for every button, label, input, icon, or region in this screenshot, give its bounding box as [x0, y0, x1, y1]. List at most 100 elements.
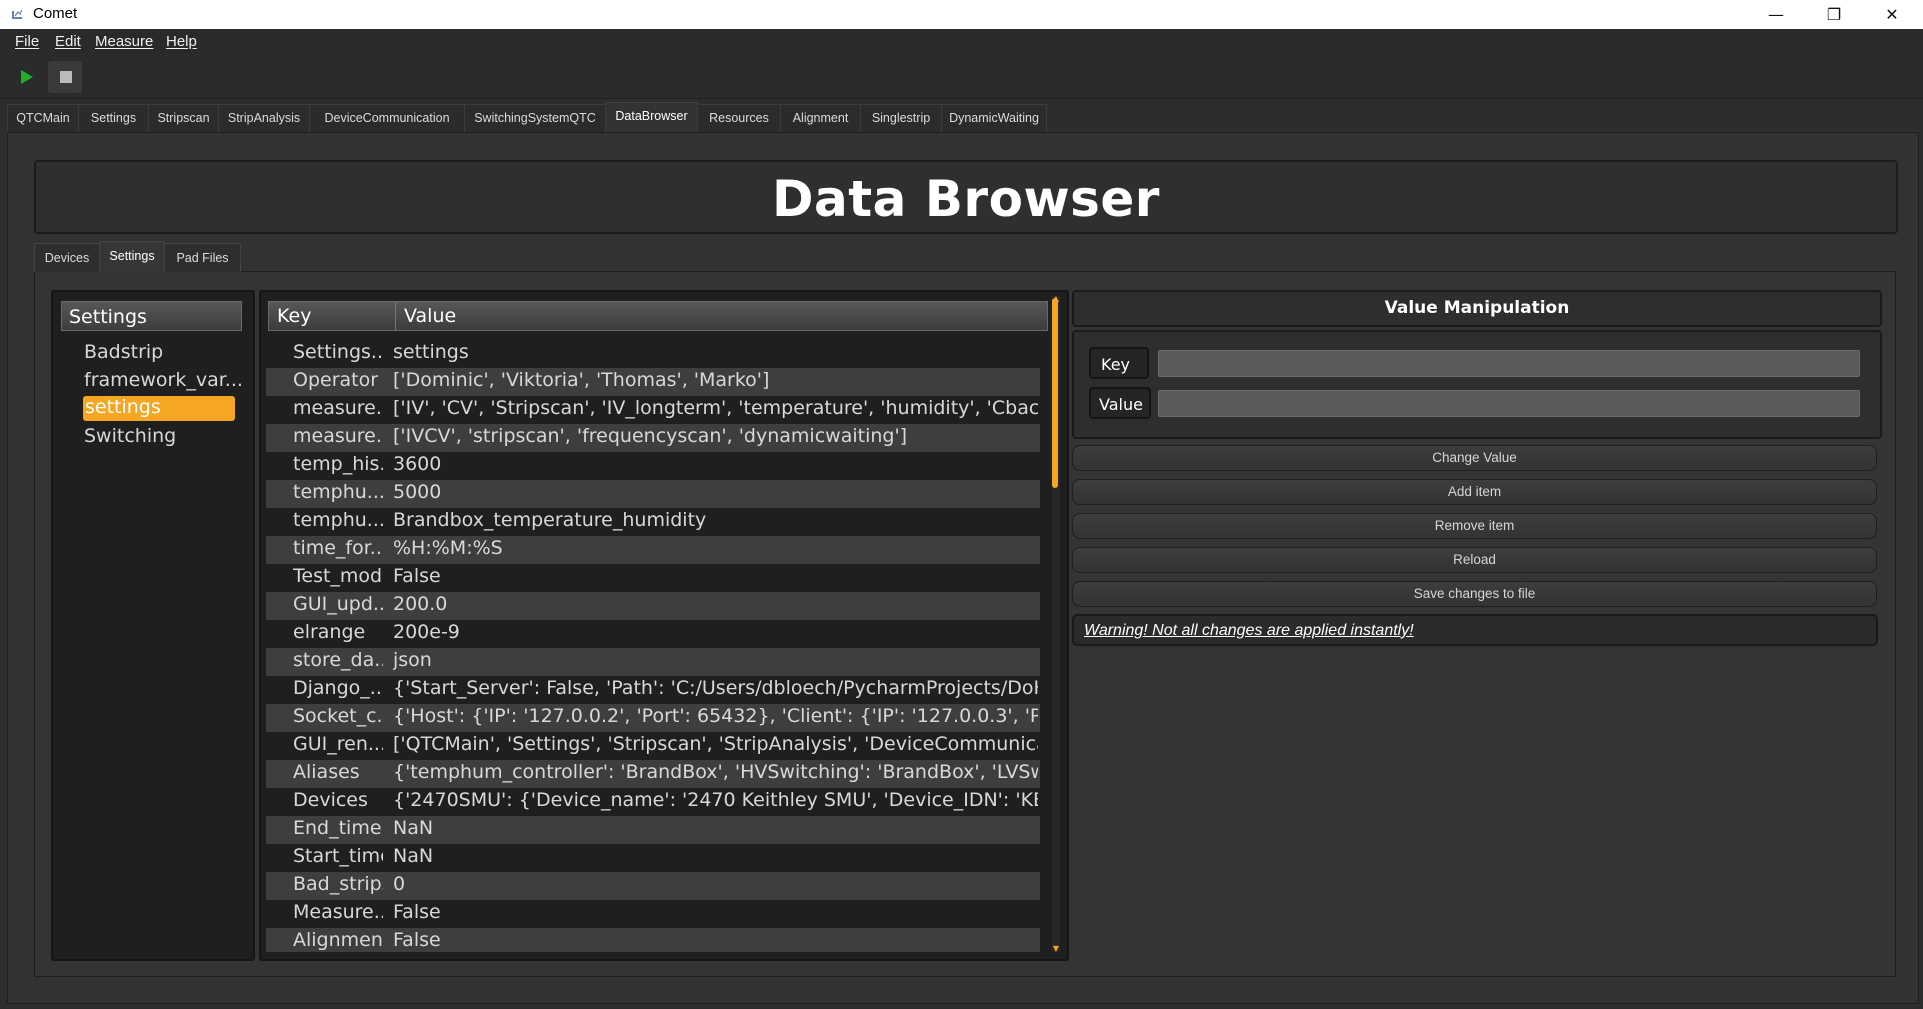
key-input[interactable]: [1158, 350, 1860, 377]
table-cell-key[interactable]: Aliases: [293, 761, 383, 783]
table-cell-value[interactable]: False: [393, 565, 1038, 587]
table-cell-key[interactable]: Alignment: [293, 929, 383, 951]
table-cell-value[interactable]: {'Host': {'IP': '127.0.0.2', 'Port': 654…: [393, 705, 1038, 727]
table-cell-value[interactable]: 0: [393, 873, 1038, 895]
table-row[interactable]: Aliases {'temphum_controller': 'BrandBox'…: [266, 760, 1040, 788]
table-cell-key[interactable]: temphu...: [293, 509, 383, 531]
table-cell-key[interactable]: time_for...: [293, 537, 383, 559]
subtab-pad-files[interactable]: Pad Files: [164, 243, 241, 272]
table-cell-key[interactable]: Devices: [293, 789, 383, 811]
table-cell-key[interactable]: Settings...: [293, 341, 383, 363]
scrollbar-thumb[interactable]: [1052, 298, 1058, 488]
list-item-settings[interactable]: settings: [83, 396, 235, 421]
tab-resources[interactable]: Resources: [697, 104, 781, 132]
table-row[interactable]: store_da... json: [266, 648, 1040, 676]
table-cell-key[interactable]: End_time: [293, 817, 383, 839]
table-cell-key[interactable]: measure...: [293, 397, 383, 419]
table-cell-key[interactable]: Start_time: [293, 845, 383, 867]
table-cell-key[interactable]: elrange: [293, 621, 383, 643]
tab-alignment[interactable]: Alignment: [780, 104, 861, 132]
table-cell-value[interactable]: ['QTCMain', 'Settings', 'Stripscan', 'St…: [393, 733, 1038, 755]
table-cell-key[interactable]: Django_...: [293, 677, 383, 699]
table-row[interactable]: Measure... False: [266, 900, 1040, 928]
table-cell-value[interactable]: 5000: [393, 481, 1038, 503]
tab-devicecommunication[interactable]: DeviceCommunication: [309, 104, 465, 132]
table-row[interactable]: measure... ['IV', 'CV', 'Stripscan', 'IV_…: [266, 396, 1040, 424]
stop-button[interactable]: [48, 61, 82, 93]
tab-stripanalysis[interactable]: StripAnalysis: [218, 104, 310, 132]
menu-help[interactable]: Help: [166, 33, 197, 50]
subtab-devices[interactable]: Devices: [34, 243, 100, 272]
settings-list-header[interactable]: Settings: [61, 301, 242, 331]
scroll-down-icon[interactable]: ▼: [1052, 944, 1060, 954]
table-cell-value[interactable]: settings: [393, 341, 1038, 363]
tab-singlestrip[interactable]: Singlestrip: [860, 104, 942, 132]
table-row[interactable]: Socket_c... {'Host': {'IP': '127.0.0.2', …: [266, 704, 1040, 732]
table-cell-key[interactable]: measure...: [293, 425, 383, 447]
menu-measure[interactable]: Measure: [95, 33, 153, 50]
table-cell-key[interactable]: GUI_upd...: [293, 593, 383, 615]
tab-databrowser[interactable]: DataBrowser: [605, 102, 698, 132]
close-button[interactable]: ✕: [1869, 0, 1915, 29]
table-scrollbar[interactable]: ▲ ▼: [1052, 294, 1060, 954]
table-cell-value[interactable]: NaN: [393, 845, 1038, 867]
table-row[interactable]: Test_mode False: [266, 564, 1040, 592]
table-cell-key[interactable]: GUI_ren...: [293, 733, 383, 755]
table-cell-key[interactable]: Bad_strips: [293, 873, 383, 895]
table-cell-value[interactable]: ['Dominic', 'Viktoria', 'Thomas', 'Marko…: [393, 369, 1038, 391]
table-cell-value[interactable]: ['IV', 'CV', 'Stripscan', 'IV_longterm',…: [393, 397, 1038, 419]
table-cell-value[interactable]: json: [393, 649, 1038, 671]
table-row[interactable]: Operator ['Dominic', 'Viktoria', 'Thomas'…: [266, 368, 1040, 396]
list-item-badstrip[interactable]: Badstrip: [84, 341, 163, 363]
table-cell-value[interactable]: False: [393, 901, 1038, 923]
table-cell-key[interactable]: temphu...: [293, 481, 383, 503]
table-row[interactable]: time_for... %H:%M:%S: [266, 536, 1040, 564]
restore-button[interactable]: ❐: [1811, 0, 1857, 29]
table-cell-value[interactable]: Brandbox_temperature_humidity: [393, 509, 1038, 531]
tab-qtcmain[interactable]: QTCMain: [7, 104, 79, 132]
subtab-settings[interactable]: Settings: [99, 241, 165, 272]
reload-button[interactable]: Reload: [1072, 547, 1877, 573]
table-row[interactable]: Alignment False: [266, 928, 1040, 952]
table-cell-value[interactable]: 3600: [393, 453, 1038, 475]
table-cell-value[interactable]: 200.0: [393, 593, 1038, 615]
table-cell-key[interactable]: Socket_c...: [293, 705, 383, 727]
table-cell-value[interactable]: ['IVCV', 'stripscan', 'frequencyscan', '…: [393, 425, 1038, 447]
list-item-framework-variables[interactable]: framework_var...: [84, 369, 243, 391]
tab-stripscan[interactable]: Stripscan: [148, 104, 219, 132]
table-cell-value[interactable]: {'temphum_controller': 'BrandBox', 'HVSw…: [393, 761, 1038, 783]
table-cell-key[interactable]: Test_mode: [293, 565, 383, 587]
table-row[interactable]: elrange 200e-9: [266, 620, 1040, 648]
save-changes-button[interactable]: Save changes to file: [1072, 581, 1877, 607]
table-cell-value[interactable]: False: [393, 929, 1038, 951]
tab-switchingsystemqtc[interactable]: SwitchingSystemQTC: [464, 104, 606, 132]
table-row[interactable]: measure... ['IVCV', 'stripscan', 'frequen…: [266, 424, 1040, 452]
add-item-button[interactable]: Add item: [1072, 479, 1877, 505]
table-cell-value[interactable]: {'2470SMU': {'Device_name': '2470 Keithl…: [393, 789, 1038, 811]
change-value-button[interactable]: Change Value: [1072, 445, 1877, 471]
table-row[interactable]: End_time NaN: [266, 816, 1040, 844]
table-cell-value[interactable]: NaN: [393, 817, 1038, 839]
column-header-value[interactable]: Value: [396, 302, 1047, 330]
menu-file[interactable]: File: [15, 33, 39, 50]
table-cell-key[interactable]: store_da...: [293, 649, 383, 671]
table-cell-key[interactable]: temp_his...: [293, 453, 383, 475]
table-row[interactable]: temp_his... 3600: [266, 452, 1040, 480]
start-button[interactable]: [9, 61, 43, 93]
table-row[interactable]: Devices {'2470SMU': {'Device_name': '2470…: [266, 788, 1040, 816]
column-header-key[interactable]: Key: [269, 302, 396, 330]
value-input[interactable]: [1158, 390, 1860, 417]
table-cell-value[interactable]: {'Start_Server': False, 'Path': 'C:/User…: [393, 677, 1038, 699]
remove-item-button[interactable]: Remove item: [1072, 513, 1877, 539]
table-row[interactable]: Settings... settings: [266, 340, 1040, 368]
tab-settings[interactable]: Settings: [78, 104, 149, 132]
table-cell-key[interactable]: Measure...: [293, 901, 383, 923]
table-row[interactable]: Bad_strips 0: [266, 872, 1040, 900]
table-row[interactable]: GUI_upd... 200.0: [266, 592, 1040, 620]
menu-edit[interactable]: Edit: [55, 33, 81, 50]
table-row[interactable]: temphu... 5000: [266, 480, 1040, 508]
table-cell-value[interactable]: %H:%M:%S: [393, 537, 1038, 559]
table-row[interactable]: temphu... Brandbox_temperature_humidity: [266, 508, 1040, 536]
list-item-switching[interactable]: Switching: [84, 425, 176, 447]
table-row[interactable]: GUI_ren... ['QTCMain', 'Settings', 'Strip…: [266, 732, 1040, 760]
